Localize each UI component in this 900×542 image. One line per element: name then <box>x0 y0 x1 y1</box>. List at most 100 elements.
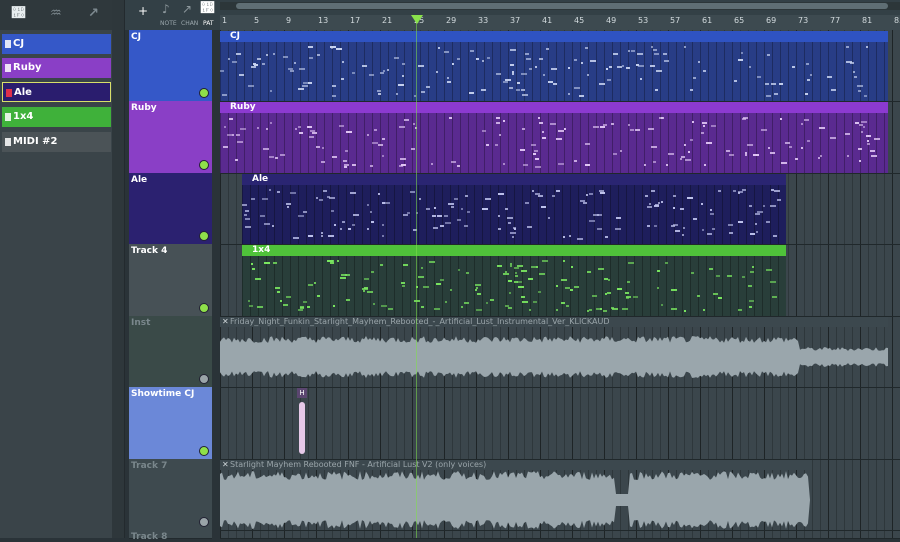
note <box>288 68 293 70</box>
track-lane[interactable] <box>220 387 900 460</box>
pattern-item-cj[interactable]: CJ <box>2 34 111 54</box>
note-tool-icon[interactable]: ♪ <box>162 2 170 16</box>
track-header[interactable]: Track 7 <box>129 459 212 531</box>
close-icon[interactable]: ✕ <box>222 317 229 327</box>
pattern-clip[interactable]: CJ <box>220 31 888 101</box>
note <box>345 274 350 276</box>
showtime-clip[interactable]: H <box>297 388 307 458</box>
ruler-tick: 69 <box>766 16 777 25</box>
note <box>597 228 602 230</box>
ruler-tick: 49 <box>606 16 617 25</box>
track-header[interactable]: Ale <box>129 173 212 245</box>
note <box>525 53 529 55</box>
note <box>321 232 323 234</box>
note <box>704 164 706 166</box>
playhead-marker[interactable] <box>411 15 423 24</box>
note <box>526 58 531 60</box>
note-label: NOTE <box>160 20 177 27</box>
track-enable-led[interactable] <box>199 374 209 384</box>
pattern-browser: 𝇰 ♒ ↗ CJ Ruby Ale 1x4 MIDI #2 <box>0 0 125 538</box>
close-icon[interactable]: ✕ <box>222 460 229 470</box>
track-enable-led[interactable] <box>199 160 209 170</box>
pattern-item-midi2[interactable]: MIDI #2 <box>2 132 111 152</box>
note <box>766 95 771 97</box>
track-header[interactable]: CJ <box>129 30 212 102</box>
track-enable-led[interactable] <box>199 517 209 527</box>
timeline-ruler[interactable]: 1 5 9 13 17 21 25 29 33 37 41 45 49 53 57 61 65 69 73 77 81 8… <box>220 15 900 30</box>
pattern-clip[interactable]: Ruby <box>220 102 888 173</box>
horizontal-scrollbar[interactable] <box>220 2 900 10</box>
note <box>236 53 241 55</box>
note <box>533 301 537 303</box>
waveform <box>220 336 888 378</box>
add-icon[interactable]: + <box>138 4 148 18</box>
track-header[interactable]: Inst <box>129 316 212 388</box>
note <box>726 150 730 152</box>
note <box>451 206 454 208</box>
note <box>273 53 275 55</box>
note <box>312 132 317 134</box>
track-header[interactable]: Ruby <box>129 101 212 174</box>
track-enable-led[interactable] <box>199 231 209 241</box>
note <box>251 263 253 265</box>
note <box>570 289 573 291</box>
audio-icon[interactable]: ♒ <box>50 6 62 21</box>
note <box>275 157 278 159</box>
note <box>286 203 291 205</box>
browser-scrollbar[interactable] <box>112 0 124 538</box>
note <box>440 225 444 227</box>
note <box>777 199 781 201</box>
pattern-label: Ruby <box>13 62 42 73</box>
note <box>657 287 659 289</box>
pattern-item-ale[interactable]: Ale <box>2 82 111 102</box>
ruler-tick: 85 <box>894 16 900 25</box>
track-enable-led[interactable] <box>199 303 209 313</box>
note <box>498 193 504 195</box>
note <box>286 296 291 298</box>
pattern-clip[interactable]: 1x4 <box>242 245 786 316</box>
note <box>245 226 251 228</box>
note <box>363 290 365 292</box>
pattern-item-ruby[interactable]: Ruby <box>2 58 111 78</box>
note <box>302 85 308 87</box>
note <box>399 126 405 128</box>
note <box>344 164 349 166</box>
note <box>638 65 644 67</box>
note <box>556 285 558 287</box>
note <box>426 86 430 88</box>
note <box>263 148 269 150</box>
note <box>388 308 393 310</box>
note <box>414 300 420 302</box>
pat-tool-icon[interactable]: 𝇰 <box>201 1 214 16</box>
note <box>518 286 524 288</box>
note <box>452 63 454 65</box>
note <box>599 83 605 85</box>
ruler-tick: 9 <box>286 16 292 25</box>
track-header[interactable]: Track 4 <box>129 244 212 317</box>
pattern-clip[interactable]: Ale <box>242 174 786 244</box>
note <box>371 221 374 223</box>
note <box>266 54 268 56</box>
note <box>630 129 634 131</box>
piano-icon[interactable]: 𝇰 <box>12 6 25 21</box>
note <box>657 270 660 272</box>
note <box>605 236 608 238</box>
track-enable-led[interactable] <box>199 446 209 456</box>
chan-tool-icon[interactable]: ↗ <box>182 2 192 16</box>
note <box>734 80 737 82</box>
scroll-thumb[interactable] <box>236 3 888 9</box>
note <box>262 198 268 200</box>
note <box>858 90 861 92</box>
note <box>317 295 320 297</box>
note <box>433 227 438 229</box>
track-enable-led[interactable] <box>199 88 209 98</box>
pattern-item-1x4[interactable]: 1x4 <box>2 107 111 127</box>
audio-clip[interactable]: Starlight Mayhem Rebooted FNF - Artifici… <box>220 460 812 530</box>
audio-clip[interactable]: Friday_Night_Funkin_Starlight_Mayhem_Reb… <box>220 317 888 387</box>
automation-icon[interactable]: ↗ <box>88 6 99 21</box>
note <box>864 95 867 97</box>
track-header[interactable]: Showtime CJ <box>129 387 212 460</box>
note <box>543 74 545 76</box>
ruler-tick: 13 <box>318 16 329 25</box>
note <box>748 285 752 287</box>
